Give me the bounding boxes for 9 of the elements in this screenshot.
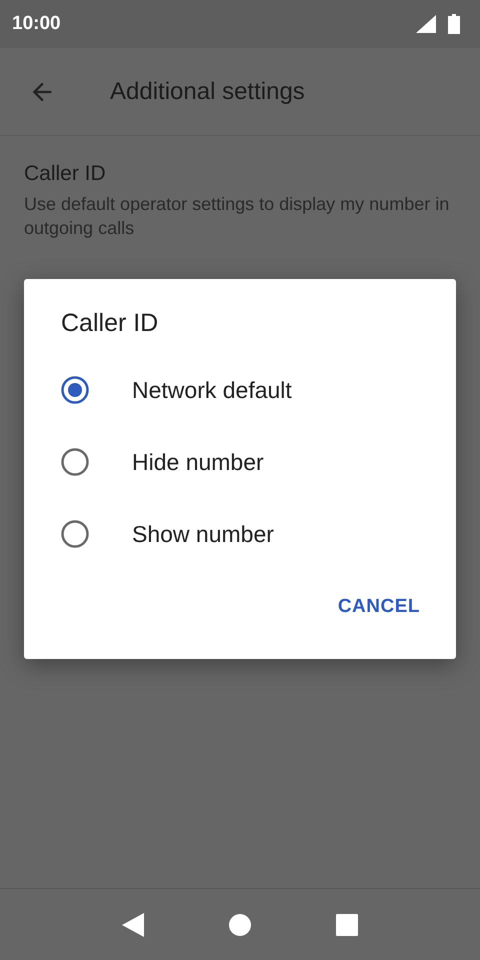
dialog-title: Caller ID — [61, 309, 160, 338]
radio-option[interactable]: Hide number — [24, 426, 456, 498]
cancel-button[interactable]: CANCEL — [324, 588, 434, 626]
status-time: 10:00 — [12, 13, 61, 35]
radio-option[interactable]: Show number — [24, 498, 456, 570]
setting-summary: Use default operator settings to display my number in outgoing calls — [24, 193, 450, 240]
screen-title: Additional settings — [110, 78, 305, 106]
radio-option[interactable]: Network default — [24, 354, 456, 426]
setting-title: Caller ID — [24, 162, 107, 186]
